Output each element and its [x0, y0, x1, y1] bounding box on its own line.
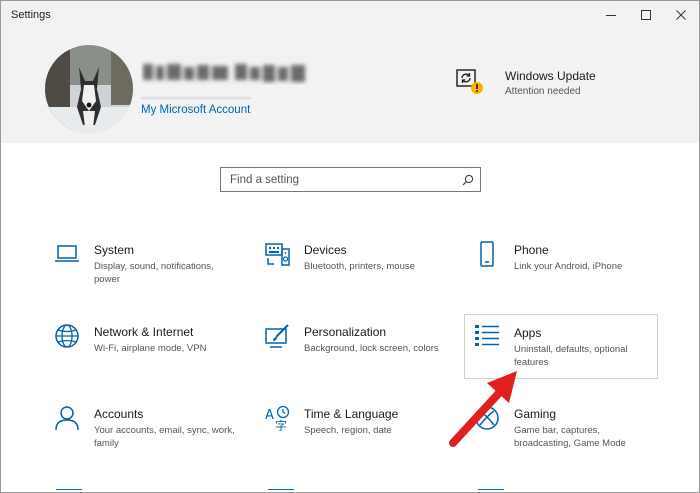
close-icon: [676, 10, 686, 20]
globe-icon: [55, 324, 79, 348]
apps-list-icon: [475, 325, 499, 346]
tile-description: Wi-Fi, airplane mode, VPN: [94, 343, 207, 354]
tile-network-internet[interactable]: Network & Internet Wi-Fi, airplane mode,…: [46, 323, 241, 389]
avatar[interactable]: [45, 45, 133, 133]
tile-personalization[interactable]: Personalization Background, lock screen,…: [256, 323, 451, 389]
search-placeholder: Find a setting: [230, 174, 300, 186]
email-blurred: [141, 97, 251, 99]
tile-name: System: [94, 243, 135, 257]
tile-system[interactable]: System Display, sound, notifications, po…: [46, 241, 241, 307]
tile-phone[interactable]: Phone Link your Android, iPhone: [466, 241, 661, 307]
tile-description: Link your Android, iPhone: [514, 261, 623, 272]
person-icon: [55, 406, 79, 431]
username-blurred: [141, 59, 311, 85]
minimize-icon: [606, 15, 616, 16]
time-language-icon: A 字: [265, 405, 290, 431]
tile-description: Display, sound, notifications, power: [94, 261, 214, 285]
windows-update-button[interactable]: [456, 68, 484, 96]
tile-description: Your accounts, email, sync, work, family: [94, 425, 235, 449]
brush-screen-icon: [265, 324, 289, 348]
red-annotation-arrow-icon: [449, 371, 517, 447]
tile-time-language[interactable]: A 字 Time & Language Speech, region, date: [256, 405, 451, 471]
title-bar[interactable]: Settings: [1, 1, 699, 31]
tile-name: Phone: [514, 243, 549, 257]
tile-description: Game bar, captures, broadcasting, Game M…: [514, 425, 626, 449]
tile-name: Devices: [304, 243, 347, 257]
close-button[interactable]: [664, 1, 698, 29]
phone-icon: [480, 241, 494, 267]
laptop-icon: [55, 245, 79, 262]
tile-description: Uninstall, defaults, optional features: [514, 344, 628, 368]
settings-window: Settings My Microsoft Account Windows Up…: [0, 0, 700, 493]
account-header: My Microsoft Account Windows Update Atte…: [1, 31, 699, 143]
keyboard-speaker-icon: [265, 243, 290, 266]
svg-text:A: A: [265, 408, 274, 423]
tile-description: Bluetooth, printers, mouse: [304, 261, 415, 272]
maximize-icon: [641, 10, 651, 20]
tile-description: Background, lock screen, colors: [304, 343, 439, 354]
search-icon: [462, 174, 474, 186]
next-row-icon-partial: [56, 489, 82, 492]
tile-name: Network & Internet: [94, 325, 194, 339]
svg-text:字: 字: [275, 418, 287, 431]
tile-name: Personalization: [304, 325, 387, 339]
microsoft-account-link[interactable]: My Microsoft Account: [141, 104, 250, 116]
tile-name: Accounts: [94, 407, 144, 421]
husky-photo: [45, 45, 133, 133]
windows-update-title[interactable]: Windows Update: [505, 69, 596, 83]
minimize-button[interactable]: [594, 1, 628, 29]
tile-accounts[interactable]: Accounts Your accounts, email, sync, wor…: [46, 405, 241, 471]
window-title: Settings: [11, 9, 51, 21]
tile-devices[interactable]: Devices Bluetooth, printers, mouse: [256, 241, 451, 307]
search-input[interactable]: Find a setting: [220, 167, 481, 192]
maximize-button[interactable]: [629, 1, 663, 29]
sync-warning-icon: [456, 69, 483, 94]
windows-update-status: Attention needed: [505, 86, 581, 97]
next-row-icon-partial: [268, 489, 294, 492]
tile-name: Apps: [514, 326, 542, 340]
next-row-icon-partial: [478, 489, 504, 492]
tile-name: Time & Language: [304, 407, 399, 421]
tile-description: Speech, region, date: [304, 425, 392, 436]
